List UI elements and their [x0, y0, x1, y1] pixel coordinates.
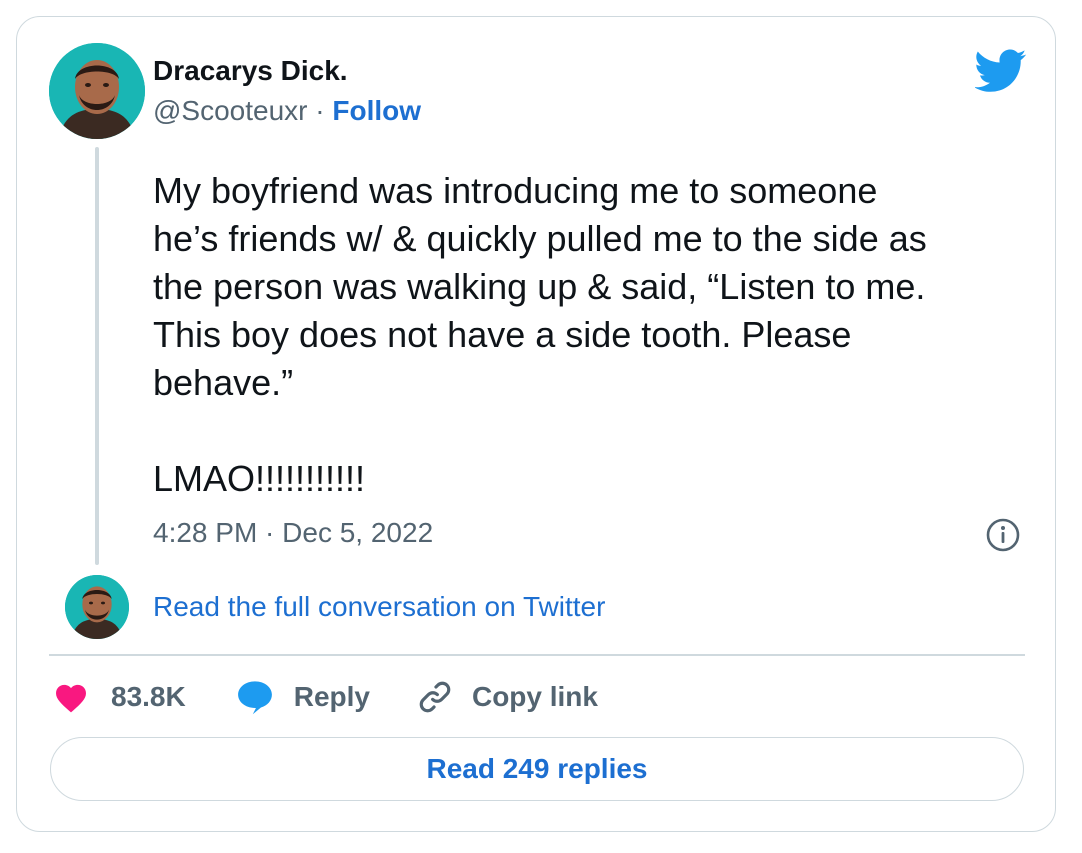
follow-link[interactable]: Follow — [332, 95, 421, 126]
twitter-bird-icon[interactable] — [975, 49, 1027, 93]
author-handle[interactable]: @Scooteuxr — [153, 95, 308, 126]
action-bar: 83.8K Reply Copy link — [53, 677, 598, 717]
divider — [49, 654, 1025, 656]
reply-button[interactable]: Reply — [236, 679, 370, 715]
link-icon — [419, 681, 451, 713]
thread-line — [95, 147, 99, 565]
read-replies-button[interactable]: Read 249 replies — [50, 737, 1024, 801]
tweet-text: My boyfriend was introducing me to someo… — [153, 170, 927, 499]
copy-link-button[interactable]: Copy link — [416, 678, 598, 716]
info-circle-icon[interactable] — [985, 517, 1021, 553]
speech-bubble-icon — [237, 681, 272, 715]
conversation-avatar[interactable] — [65, 575, 129, 639]
like-button[interactable]: 83.8K — [53, 681, 186, 713]
read-replies-label: Read 249 replies — [426, 753, 648, 784]
reply-label: Reply — [293, 681, 370, 712]
like-count: 83.8K — [111, 681, 186, 712]
author-handle-row: @Scooteuxr · Follow — [153, 95, 421, 127]
handle-separator: · — [307, 95, 333, 126]
author-name[interactable]: Dracarys Dick. — [153, 55, 348, 87]
tweet-embed-card: Dracarys Dick. @Scooteuxr · Follow My bo… — [16, 16, 1056, 832]
read-full-conversation-link[interactable]: Read the full conversation on Twitter — [153, 591, 605, 623]
copy-link-label: Copy link — [471, 681, 598, 712]
tweet-timestamp[interactable]: 4:28 PM · Dec 5, 2022 — [153, 517, 433, 549]
heart-icon — [56, 684, 86, 713]
author-avatar[interactable] — [49, 43, 145, 139]
